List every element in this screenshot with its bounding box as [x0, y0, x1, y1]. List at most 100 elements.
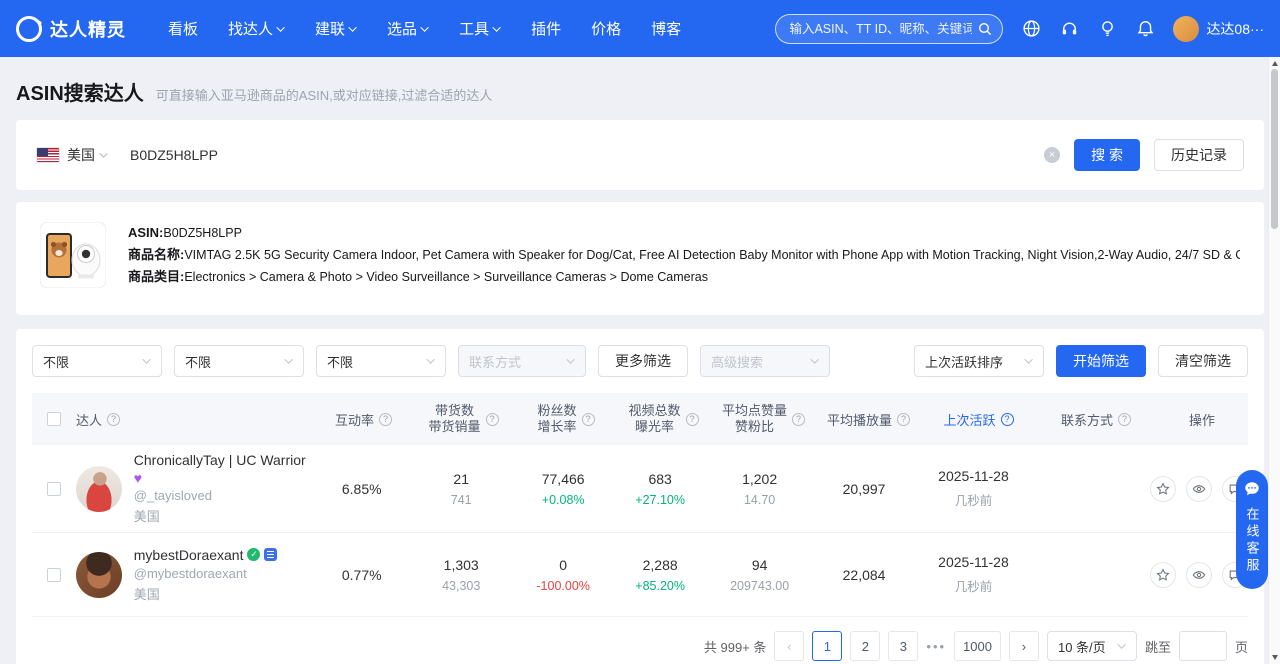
- sales-count: 1,303: [444, 557, 479, 573]
- info-icon[interactable]: ?: [792, 413, 805, 426]
- scroll-up-arrow[interactable]: [1272, 61, 1278, 66]
- view-button[interactable]: [1186, 562, 1212, 588]
- page-header: ASIN搜索达人 可直接输入亚马逊商品的ASIN,或对应链接,过滤合适的达人: [0, 57, 1280, 120]
- influencer-handle[interactable]: @_tayisloved: [134, 488, 212, 503]
- top-navbar: 达人精灵 看板 找达人 建联 选品 工具 插件 价格 博客 达达08···: [0, 0, 1280, 57]
- info-icon[interactable]: ?: [897, 413, 910, 426]
- online-support-widget[interactable]: 在线客服: [1236, 470, 1268, 589]
- global-search-input[interactable]: [775, 14, 1003, 44]
- avg-likes: 1,202: [742, 471, 777, 487]
- global-search: [775, 14, 1003, 44]
- globe-icon[interactable]: [1021, 19, 1041, 39]
- scroll-down-arrow[interactable]: [1272, 655, 1278, 660]
- nav-item-outreach[interactable]: 建联: [315, 18, 357, 39]
- product-image[interactable]: [40, 222, 106, 288]
- more-filters-button[interactable]: 更多筛选: [598, 345, 688, 377]
- view-button[interactable]: [1186, 476, 1212, 502]
- nav-item-dashboard[interactable]: 看板: [168, 18, 198, 39]
- eye-icon: [1192, 482, 1206, 496]
- star-icon: [1156, 482, 1170, 496]
- user-menu[interactable]: 达达08···: [1173, 16, 1264, 42]
- col-sales: 带货数带货销量?: [411, 403, 516, 435]
- product-card: ASIN:B0DZ5H8LPP 商品名称:VIMTAG 2.5K 5G Secu…: [16, 202, 1264, 315]
- page-button-1[interactable]: 1: [812, 631, 842, 661]
- nav-item-plugin[interactable]: 插件: [531, 18, 561, 39]
- chevron-down-icon: [426, 355, 434, 363]
- country-select[interactable]: 美国: [36, 145, 116, 165]
- info-icon[interactable]: ?: [379, 413, 392, 426]
- id-badge-icon: [264, 548, 277, 561]
- influencer-country: 美国: [134, 584, 160, 603]
- user-name: 达达08···: [1206, 19, 1264, 39]
- prev-page-button[interactable]: ‹: [774, 631, 804, 661]
- us-flag-icon: [36, 147, 60, 163]
- influencer-avatar[interactable]: [76, 552, 122, 598]
- page-button-2[interactable]: 2: [850, 631, 880, 661]
- next-page-button[interactable]: ›: [1009, 631, 1039, 661]
- page-button-last[interactable]: 1000: [954, 631, 1001, 661]
- total-count: 共 999+ 条: [704, 637, 767, 656]
- filter-select-3[interactable]: 不限: [316, 345, 446, 377]
- favorite-button[interactable]: [1150, 562, 1176, 588]
- bulb-icon[interactable]: [1097, 19, 1117, 39]
- page-button-3[interactable]: 3: [888, 631, 918, 661]
- follower-growth: -100.00%: [536, 579, 590, 593]
- nav-item-find-influencers[interactable]: 找达人: [228, 18, 285, 39]
- filter-bar: 不限 不限 不限 联系方式 更多筛选 高级搜索 上次活跃排序 开始筛选 清空筛选: [32, 345, 1248, 377]
- nav-item-product-selection[interactable]: 选品: [387, 18, 429, 39]
- nav-item-tools[interactable]: 工具: [459, 18, 501, 39]
- info-icon[interactable]: ?: [1118, 413, 1131, 426]
- brand[interactable]: 达人精灵: [16, 16, 126, 42]
- influencer-name: mybestDoraexant: [134, 547, 244, 563]
- search-icon[interactable]: [977, 21, 993, 37]
- chevron-down-icon: [284, 355, 292, 363]
- influencer-handle[interactable]: @mybestdoraexant: [134, 566, 247, 581]
- info-icon[interactable]: ?: [582, 413, 595, 426]
- sort-select[interactable]: 上次活跃排序: [914, 345, 1044, 377]
- apply-filters-button[interactable]: 开始筛选: [1056, 345, 1146, 377]
- nav-item-blog[interactable]: 博客: [651, 18, 681, 39]
- sales-volume: 741: [451, 493, 472, 507]
- influencer-avatar[interactable]: [76, 466, 122, 512]
- col-last-active-sort[interactable]: 上次活跃?: [921, 410, 1036, 429]
- bell-icon[interactable]: [1135, 19, 1155, 39]
- jump-page-input[interactable]: [1179, 631, 1227, 661]
- product-name: VIMTAG 2.5K 5G Security Camera Indoor, P…: [184, 248, 1240, 262]
- chevron-down-icon: [1024, 355, 1032, 363]
- info-icon[interactable]: ?: [107, 413, 120, 426]
- row-checkbox[interactable]: [47, 482, 61, 496]
- history-button[interactable]: 历史记录: [1154, 139, 1244, 171]
- headset-icon[interactable]: [1059, 19, 1079, 39]
- page-size-select[interactable]: 10 条/页: [1047, 631, 1137, 661]
- info-icon[interactable]: ?: [686, 413, 699, 426]
- filter-select-2[interactable]: 不限: [174, 345, 304, 377]
- engagement-value: 0.77%: [342, 567, 382, 583]
- scrollbar-thumb[interactable]: [1271, 69, 1278, 229]
- clear-input-icon[interactable]: ×: [1044, 147, 1060, 163]
- favorite-button[interactable]: [1150, 476, 1176, 502]
- select-all-checkbox[interactable]: [47, 412, 61, 426]
- chat-bubble-icon: [1243, 480, 1261, 498]
- nav-item-pricing[interactable]: 价格: [591, 18, 621, 39]
- info-icon[interactable]: ?: [486, 413, 499, 426]
- brand-name: 达人精灵: [50, 16, 126, 42]
- followers-count: 0: [559, 557, 567, 573]
- advanced-search-select[interactable]: 高级搜索: [700, 345, 830, 377]
- contact-filter-select[interactable]: 联系方式: [458, 345, 586, 377]
- filter-select-1[interactable]: 不限: [32, 345, 162, 377]
- brand-logo-icon: [16, 16, 42, 42]
- asin-input[interactable]: [130, 137, 1030, 173]
- user-avatar: [1173, 16, 1199, 42]
- pagination-ellipsis: •••: [926, 639, 946, 654]
- page-scrollbar[interactable]: [1268, 57, 1280, 664]
- engagement-value: 6.85%: [342, 481, 382, 497]
- asin-value: B0DZ5H8LPP: [163, 226, 242, 240]
- clear-filters-button[interactable]: 清空筛选: [1158, 345, 1248, 377]
- avg-plays: 20,997: [843, 481, 886, 497]
- info-icon[interactable]: ?: [1001, 413, 1014, 426]
- table-row: ChronicallyTay | UC Warrior ♥ @_tayislov…: [32, 445, 1248, 533]
- search-button[interactable]: 搜 索: [1074, 139, 1140, 171]
- row-checkbox[interactable]: [47, 568, 61, 582]
- asin-search-card: 美国 × 搜 索 历史记录: [16, 120, 1264, 190]
- chevron-down-icon: [276, 23, 284, 31]
